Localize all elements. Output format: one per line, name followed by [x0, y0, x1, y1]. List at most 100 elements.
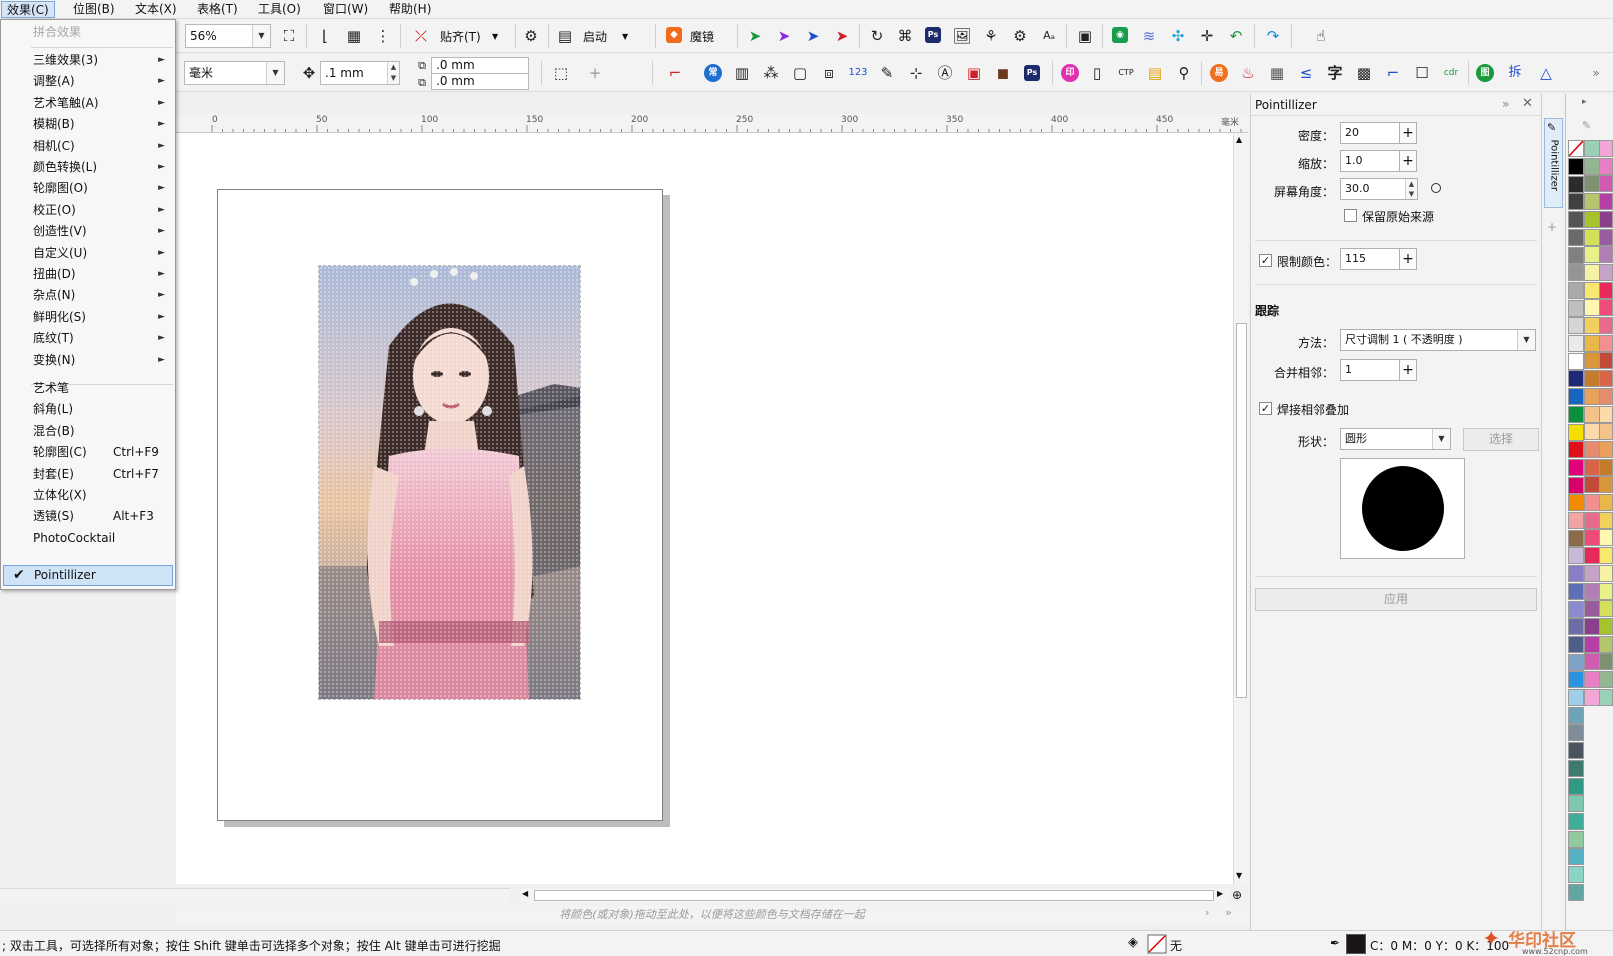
color-swatch[interactable] [1568, 795, 1584, 813]
color-swatch[interactable] [1584, 529, 1600, 547]
color-swatch[interactable] [1568, 848, 1584, 866]
chevron-down-icon[interactable]: ▼ [1517, 330, 1535, 350]
docker-tab-pointillizer[interactable]: ✎ Pointillizer [1544, 118, 1563, 208]
menu-item-command[interactable]: 轮廓图(C) Ctrl+F9 [3, 442, 173, 463]
color-swatch[interactable] [1599, 246, 1613, 264]
color-swatch[interactable] [1568, 193, 1584, 211]
dup-y-input[interactable]: .0 mm [431, 73, 529, 90]
color-swatch[interactable] [1568, 547, 1584, 565]
color-swatch[interactable] [1584, 547, 1600, 565]
red-plugin-icon[interactable]: ♨ [1237, 62, 1259, 84]
shape-icon[interactable]: ☐ [1411, 62, 1433, 84]
add-icon[interactable]: + [1547, 220, 1557, 234]
weld-checkbox[interactable]: ✓ [1259, 402, 1272, 415]
color-swatch[interactable] [1568, 335, 1584, 352]
color-swatch[interactable] [1599, 564, 1613, 582]
color-swatch[interactable] [1584, 617, 1600, 635]
color-swatch[interactable] [1584, 370, 1600, 388]
color-swatch[interactable] [1584, 299, 1600, 317]
color-swatch[interactable] [1584, 653, 1600, 671]
color-swatch[interactable] [1568, 671, 1584, 689]
chevron-down-icon[interactable]: ▼ [622, 26, 628, 48]
waves-icon[interactable]: ≋ [1138, 25, 1160, 47]
color-swatch[interactable] [1568, 405, 1584, 423]
ruler-triangle-icon[interactable]: △ [1535, 62, 1557, 84]
menu-item-command[interactable]: PhotoCocktail [3, 528, 173, 549]
density-input[interactable]: 20 [1340, 122, 1400, 144]
chevron-down-icon[interactable]: ▼ [252, 25, 270, 47]
chevron-right-icon[interactable]: › [1205, 906, 1209, 919]
color-swatch[interactable] [1584, 600, 1600, 618]
red-frame-icon[interactable]: ▣ [963, 62, 985, 84]
barcode-icon[interactable]: ▥ [731, 62, 753, 84]
color-swatch[interactable] [1599, 317, 1613, 334]
color-swatch[interactable] [1568, 458, 1584, 476]
eyedropper-icon[interactable]: ✎ [1582, 119, 1591, 132]
color-swatch[interactable] [1568, 228, 1584, 246]
color-swatch[interactable] [1584, 688, 1600, 706]
keep-source-checkbox[interactable] [1344, 209, 1357, 222]
screen-angle-input[interactable]: 30.0 ▲ ▼ [1340, 178, 1418, 200]
color-swatch[interactable] [1584, 228, 1600, 246]
scale-input[interactable]: 1.0 [1340, 150, 1400, 172]
apply-button[interactable]: 应用 [1255, 588, 1537, 611]
docker-collapse-icon[interactable]: » [1502, 97, 1509, 111]
ctp-icon[interactable]: CTP [1115, 62, 1137, 84]
snap-off-icon[interactable]: ⤫ [410, 25, 432, 47]
color-swatch[interactable] [1584, 635, 1600, 653]
menu-item-command[interactable]: 透镜(S) Alt+F3 [3, 506, 173, 527]
magic-mirror-label[interactable]: 魔镜 [690, 26, 714, 48]
color-swatch[interactable] [1568, 883, 1584, 901]
gear-icon[interactable]: ⚙ [1009, 25, 1031, 47]
color-swatch[interactable] [1568, 812, 1584, 830]
menu-item-pointillizer[interactable]: ✔ Pointillizer [3, 565, 173, 586]
color-swatch[interactable] [1584, 210, 1600, 228]
method-select[interactable]: 尺寸调制 1 ( 不透明度 ) ▼ [1340, 329, 1536, 351]
arrow-green-icon[interactable]: ➤ [744, 25, 766, 47]
color-swatch[interactable] [1584, 352, 1600, 370]
color-swatch[interactable] [1584, 175, 1600, 193]
full-screen-icon[interactable]: ⛶ [278, 25, 300, 47]
font-icon[interactable]: 字 [1324, 62, 1346, 84]
double-chevron-right-icon[interactable]: » [1225, 906, 1232, 919]
color-swatch[interactable] [1568, 759, 1584, 777]
color-swatch[interactable] [1568, 246, 1584, 264]
photoshop-icon[interactable]: Ps [925, 27, 941, 43]
dup-x-input[interactable]: .0 mm [431, 57, 529, 74]
chevron-right-icon[interactable]: » [1585, 62, 1607, 84]
scroll-up-icon[interactable]: ▲ [1236, 135, 1242, 144]
chevron-down-icon[interactable]: ▼ [266, 62, 284, 84]
color-swatch[interactable] [1599, 582, 1613, 600]
gear-icon[interactable]: ⚙ [520, 25, 542, 47]
limit-colors-checkbox[interactable]: ✓ [1259, 254, 1272, 267]
color-swatch[interactable] [1568, 352, 1584, 370]
vertical-scrollbar[interactable]: ▲ ▼ [1233, 133, 1248, 884]
color-swatch[interactable] [1584, 564, 1600, 582]
color-swatch[interactable] [1599, 175, 1613, 193]
color-swatch[interactable] [1584, 140, 1600, 157]
arrow-purple-icon[interactable]: ➤ [773, 25, 795, 47]
launch-label[interactable]: 启动 [583, 26, 607, 48]
add-icon[interactable]: + [584, 62, 606, 84]
menu-item-submenu[interactable]: 自定义(U) ► [3, 243, 173, 264]
color-swatch[interactable] [1599, 635, 1613, 653]
color-swatch[interactable] [1599, 458, 1613, 476]
chevron-down-icon[interactable]: ▼ [492, 26, 498, 48]
barcode-box-icon[interactable]: ▦ [1266, 62, 1288, 84]
outline-color-swatch[interactable] [1346, 934, 1366, 954]
zoom-combobox[interactable]: 56% ▼ [185, 24, 271, 48]
color-swatch[interactable] [1584, 494, 1600, 511]
shape-select[interactable]: 圆形 ▼ [1340, 428, 1451, 450]
grid-icon[interactable]: ▦ [343, 25, 365, 47]
color-swatch[interactable] [1568, 281, 1584, 299]
color-swatch[interactable] [1584, 405, 1600, 423]
menu-text[interactable]: 文本(X) [130, 1, 182, 18]
pointillized-photo[interactable] [318, 265, 581, 700]
menu-help[interactable]: 帮助(H) [384, 1, 436, 18]
arrange-icon[interactable]: ⧈ [818, 62, 840, 84]
color-swatch[interactable] [1599, 671, 1613, 688]
nudge-spinner[interactable]: ▲ ▼ [387, 62, 399, 84]
menu-item-command[interactable]: 封套(E) Ctrl+F7 [3, 464, 173, 485]
color-swatch[interactable] [1599, 405, 1613, 423]
menu-item-submenu[interactable]: 三维效果(3) ► [3, 50, 173, 71]
